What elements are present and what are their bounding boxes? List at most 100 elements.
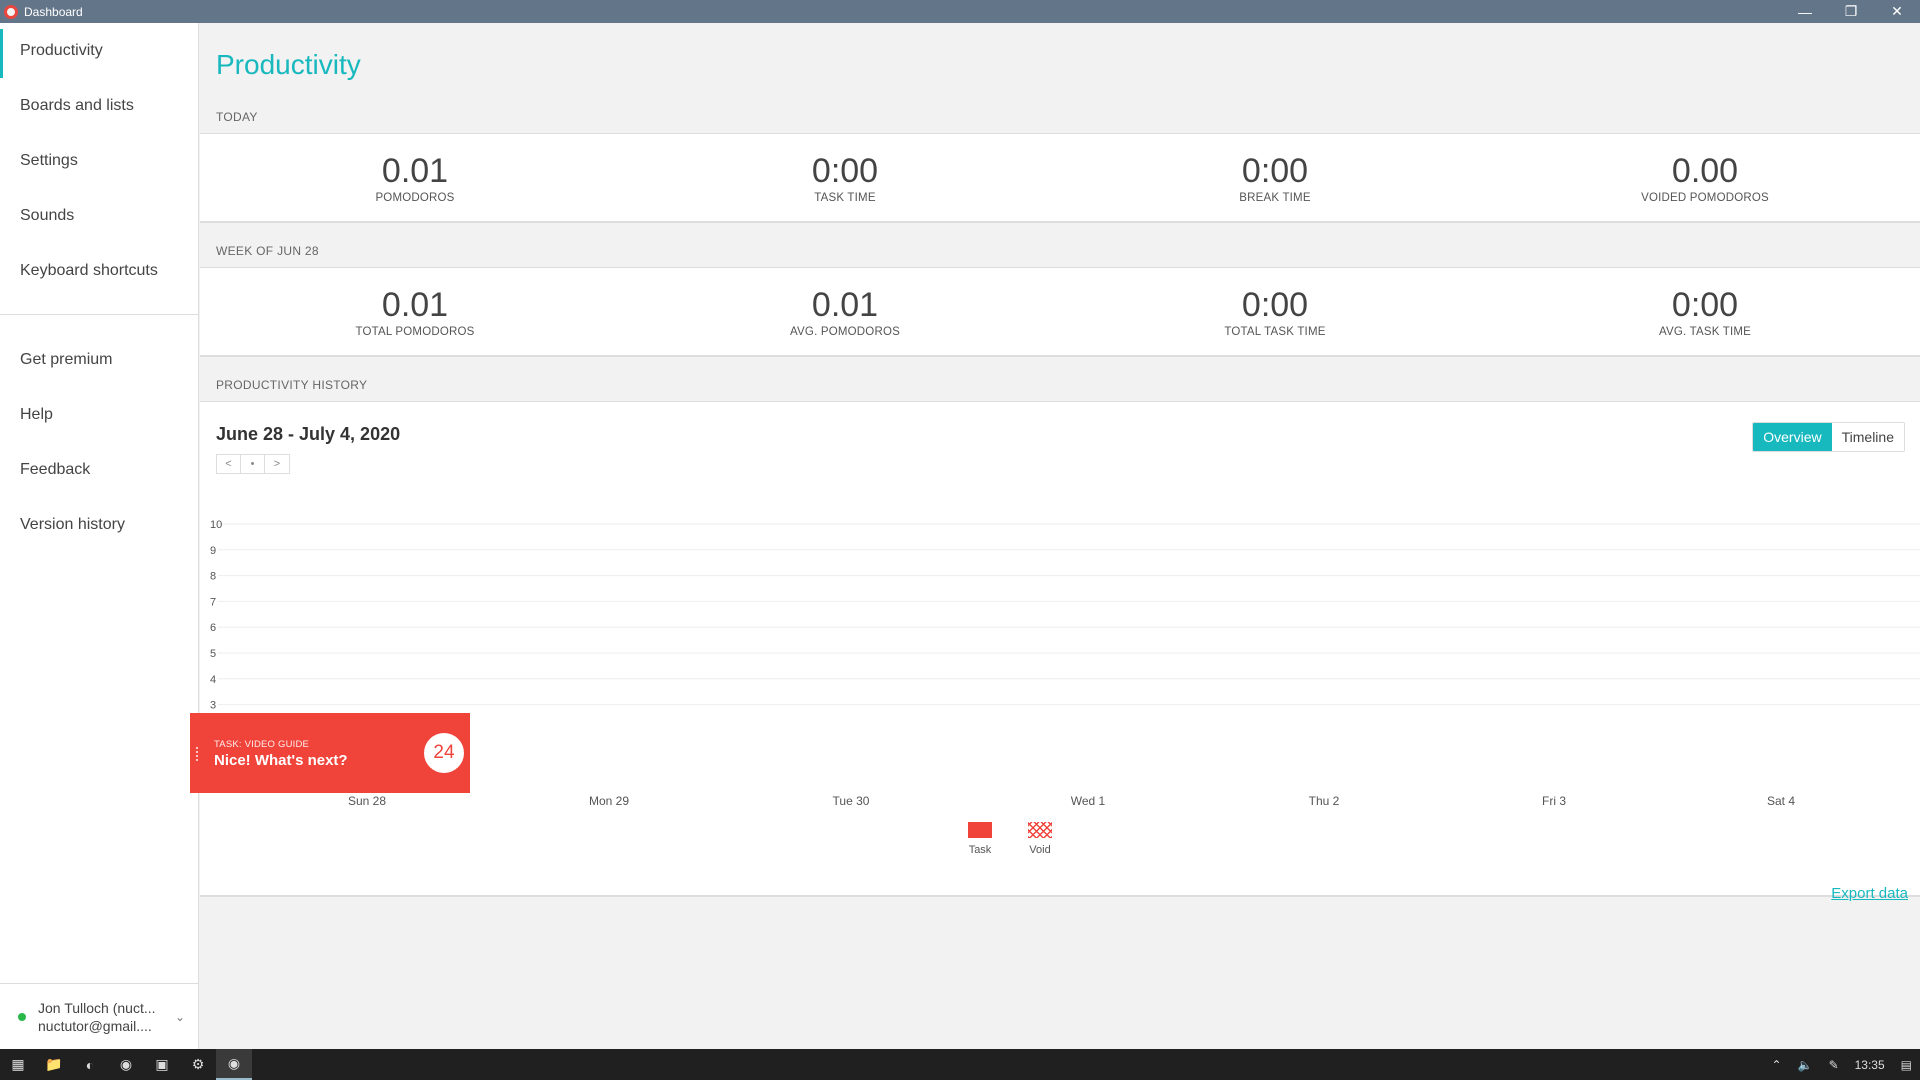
sidebar-item-help[interactable]: Help bbox=[0, 387, 198, 442]
stat-label: AVG. TASK TIME bbox=[1658, 325, 1752, 338]
sidebar-item-label: Help bbox=[20, 405, 53, 423]
legend-item-void: Void bbox=[1028, 822, 1052, 856]
y-tick-label: 10 bbox=[210, 519, 222, 531]
toast-message: Nice! What's next? bbox=[214, 752, 348, 769]
stat-label: TASK TIME bbox=[814, 191, 876, 204]
sidebar-item-keyboard-shortcuts[interactable]: Keyboard shortcuts bbox=[0, 243, 198, 298]
stat-total-pomodoros: 0.01 TOTAL POMODOROS bbox=[200, 268, 630, 355]
history-panel: June 28 - July 4, 2020 < • > Overview Ti… bbox=[200, 401, 1920, 897]
sidebar-divider bbox=[0, 314, 198, 315]
void-swatch-icon bbox=[1028, 822, 1052, 838]
restore-icon[interactable]: ❐ bbox=[1828, 0, 1874, 23]
close-icon[interactable]: ✕ bbox=[1874, 0, 1920, 23]
app-logo-icon bbox=[4, 4, 18, 19]
legend-label: Task bbox=[968, 844, 992, 856]
stat-label: TOTAL POMODOROS bbox=[355, 325, 475, 338]
stat-avg-task-time: 0:00 AVG. TASK TIME bbox=[1490, 268, 1920, 355]
stat-pomodoros: 0.01 POMODOROS bbox=[200, 134, 630, 221]
stat-label: POMODOROS bbox=[375, 191, 455, 204]
account-email: nuctutor@gmail.... bbox=[38, 1017, 152, 1034]
sidebar: Productivity Boards and lists Settings S… bbox=[0, 23, 199, 1049]
stat-label: VOIDED POMODOROS bbox=[1641, 191, 1769, 204]
stat-label: TOTAL TASK TIME bbox=[1224, 325, 1326, 338]
x-tick-label: Mon 29 bbox=[589, 794, 629, 808]
account-menu[interactable]: Jon Tulloch (nuct... nuctutor@gmail.... … bbox=[0, 983, 199, 1049]
task-timer-widget[interactable]: TASK: VIDEO GUIDE Nice! What's next? 24 bbox=[190, 713, 470, 793]
x-tick-label: Wed 1 bbox=[1071, 794, 1106, 808]
account-name: Jon Tulloch (nuct... bbox=[38, 999, 156, 1016]
chevron-down-icon[interactable]: ⌄ bbox=[175, 1010, 185, 1024]
section-label-today: TODAY bbox=[216, 110, 258, 124]
account-info: Jon Tulloch (nuct... nuctutor@gmail.... bbox=[38, 999, 156, 1035]
pomodoro-app-icon[interactable]: ◉ bbox=[216, 1049, 252, 1080]
settings-gear-icon[interactable]: ⚙ bbox=[180, 1049, 216, 1080]
taskbar: ▦ 📁 ◐ ◉ ▣ ⚙ ◉ ⌃ 🔈 ✎ 13:35 ▤ bbox=[0, 1049, 1920, 1080]
stat-value: 0.01 bbox=[811, 285, 879, 324]
task-swatch-icon bbox=[968, 822, 992, 838]
notifications-icon[interactable]: ▤ bbox=[1901, 1058, 1912, 1072]
x-tick-label: Thu 2 bbox=[1309, 794, 1340, 808]
sidebar-item-version-history[interactable]: Version history bbox=[0, 497, 198, 552]
export-data-link[interactable]: Export data bbox=[1831, 885, 1908, 902]
sidebar-item-label: Boards and lists bbox=[20, 96, 134, 114]
x-tick-label: Fri 3 bbox=[1542, 794, 1566, 808]
sidebar-item-label: Sounds bbox=[20, 206, 75, 224]
sidebar-item-boards-and-lists[interactable]: Boards and lists bbox=[0, 78, 198, 133]
stat-label: BREAK TIME bbox=[1239, 191, 1311, 204]
stat-label: AVG. POMODOROS bbox=[790, 325, 900, 338]
stat-voided-pomodoros: 0.00 VOIDED POMODOROS bbox=[1490, 134, 1920, 221]
x-tick-label: Tue 30 bbox=[833, 794, 870, 808]
stat-value: 0:00 bbox=[811, 151, 879, 190]
toast-task-label: TASK: VIDEO GUIDE bbox=[214, 739, 310, 750]
chevron-up-icon[interactable]: ⌃ bbox=[1772, 1058, 1782, 1072]
y-tick-label: 4 bbox=[210, 674, 216, 686]
sidebar-item-sounds[interactable]: Sounds bbox=[0, 188, 198, 243]
sidebar-item-label: Version history bbox=[20, 515, 125, 533]
window-title: Dashboard bbox=[24, 4, 83, 19]
volume-icon[interactable]: 🔈 bbox=[1798, 1058, 1813, 1072]
section-label-history: PRODUCTIVITY HISTORY bbox=[216, 378, 368, 392]
sidebar-item-feedback[interactable]: Feedback bbox=[0, 442, 198, 497]
chrome-icon[interactable]: ◉ bbox=[108, 1049, 144, 1080]
x-tick-label: Sun 28 bbox=[348, 794, 386, 808]
page-title: Productivity bbox=[216, 49, 361, 80]
main-content: Productivity TODAY 0.01 POMODOROS 0:00 TAS… bbox=[200, 23, 1920, 1049]
stat-break-time: 0:00 BREAK TIME bbox=[1060, 134, 1490, 221]
sidebar-item-label: Keyboard shortcuts bbox=[20, 261, 158, 279]
sidebar-item-settings[interactable]: Settings bbox=[0, 133, 198, 188]
stat-value: 0.01 bbox=[381, 151, 449, 190]
windows-start-icon[interactable]: ▦ bbox=[0, 1049, 36, 1080]
stat-value: 0:00 bbox=[1671, 285, 1739, 324]
file-explorer-icon[interactable]: 📁 bbox=[36, 1049, 72, 1080]
stat-total-task-time: 0:00 TOTAL TASK TIME bbox=[1060, 268, 1490, 355]
system-tray: ⌃ 🔈 ✎ 13:35 ▤ bbox=[1764, 1058, 1920, 1072]
pen-icon[interactable]: ✎ bbox=[1829, 1058, 1839, 1072]
legend-label: Void bbox=[1029, 844, 1051, 856]
clock-time[interactable]: 13:35 bbox=[1855, 1058, 1885, 1072]
sidebar-item-label: Feedback bbox=[20, 460, 91, 478]
y-tick-label: 3 bbox=[210, 700, 216, 712]
sidebar-item-get-premium[interactable]: Get premium bbox=[0, 332, 198, 387]
teams-icon[interactable]: ▣ bbox=[144, 1049, 180, 1080]
y-tick-label: 5 bbox=[210, 648, 216, 660]
today-stats-panel: 0.01 POMODOROS 0:00 TASK TIME 0:00 BREAK TI… bbox=[200, 133, 1920, 223]
sidebar-item-productivity[interactable]: Productivity bbox=[0, 23, 198, 78]
minimize-icon[interactable]: — bbox=[1782, 0, 1828, 23]
stat-value: 0.01 bbox=[381, 285, 449, 324]
stat-value: 0.00 bbox=[1671, 151, 1739, 190]
stat-value: 0:00 bbox=[1241, 285, 1309, 324]
y-tick-label: 8 bbox=[210, 571, 216, 583]
stat-value: 0:00 bbox=[1241, 151, 1309, 190]
chart-legend: Task Void bbox=[150, 822, 1870, 856]
week-stats-panel: 0.01 TOTAL POMODOROS 0.01 AVG. POMODOROS 0… bbox=[200, 267, 1920, 357]
drag-handle-icon[interactable] bbox=[196, 747, 199, 761]
title-bar: Dashboard — ❐ ✕ bbox=[0, 0, 1920, 23]
legend-item-task: Task bbox=[968, 822, 992, 856]
y-tick-label: 6 bbox=[210, 622, 216, 634]
window-controls: — ❐ ✕ bbox=[1782, 0, 1920, 23]
app-icon[interactable]: ◐ bbox=[72, 1049, 108, 1080]
timer-count[interactable]: 24 bbox=[424, 733, 464, 773]
sidebar-item-label: Productivity bbox=[20, 41, 103, 59]
stat-task-time: 0:00 TASK TIME bbox=[630, 134, 1060, 221]
sidebar-item-label: Get premium bbox=[20, 350, 113, 368]
